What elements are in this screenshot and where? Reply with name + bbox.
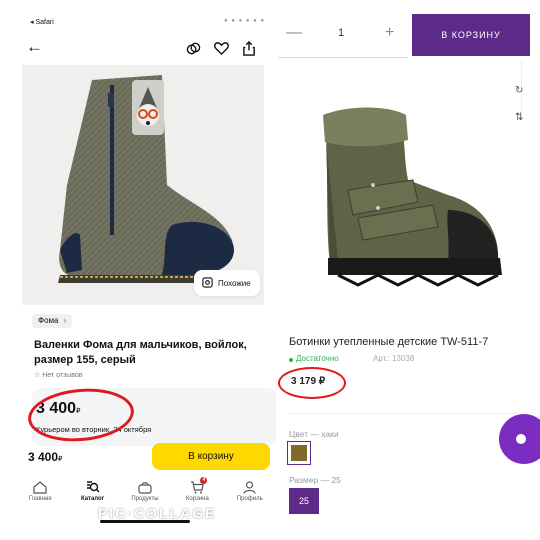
chevron-right-icon: ›: [63, 316, 67, 325]
tab-label: Каталог: [80, 496, 105, 502]
status-bar: ◂ Safari ● ● ● ● ● ●: [30, 18, 264, 26]
home-icon: [32, 480, 48, 494]
divider: [288, 413, 518, 414]
side-toolbar-icon-top[interactable]: ↻: [515, 85, 523, 96]
tab-label: Главная: [28, 496, 52, 502]
tab-cart[interactable]: 4 Корзина: [175, 477, 219, 502]
product-title: Валенки Фома для мальчиков, войлок, разм…: [34, 339, 247, 366]
collage-watermark: PIC·COLLAGE: [98, 505, 217, 521]
size-option-25[interactable]: 25: [289, 488, 319, 514]
size-label: Размер — 25: [289, 475, 341, 485]
bottom-price: 3 400₽: [28, 450, 63, 464]
red-highlight-oval: [278, 367, 346, 399]
stock-status: Достаточно: [296, 354, 339, 363]
camera-icon: [202, 276, 213, 290]
heart-icon[interactable]: [212, 39, 230, 57]
right-web-screen: — 1 + В КОРЗИНУ ↻ ⇅ Ботинки утепленные д…: [278, 0, 540, 540]
brand-chip[interactable]: Фома ›: [32, 314, 73, 328]
tab-label: Профиль: [236, 496, 263, 502]
stock-indicator-dot: [289, 358, 293, 362]
collage: ◂ Safari ● ● ● ● ● ● ← Похожие Фома › Ва…: [0, 0, 540, 540]
status-indicator: ● ● ● ● ● ●: [224, 18, 266, 24]
product-image-boot[interactable]: [298, 100, 508, 290]
cart-icon: 4: [189, 477, 208, 494]
decrease-quantity-button[interactable]: —: [286, 24, 302, 42]
side-toolbar-icon-bottom[interactable]: ⇅: [515, 112, 523, 123]
back-to-app-link[interactable]: ◂ Safari: [30, 19, 54, 26]
reviews-status[interactable]: ☆ Нет отзывов: [34, 371, 83, 379]
add-to-cart-button[interactable]: В КОРЗИНУ: [412, 14, 530, 56]
similar-items-label: Похожие: [218, 278, 251, 288]
tab-label: Корзина: [185, 496, 209, 502]
bottom-price-value: 3 400: [28, 450, 59, 464]
tab-profile[interactable]: Профиль: [228, 480, 272, 502]
color-swatch: [291, 445, 307, 461]
side-toolbar: [521, 60, 540, 120]
top-bar: ←: [14, 36, 276, 58]
tab-label: Продукты: [131, 496, 159, 502]
tab-home[interactable]: Главная: [18, 480, 62, 502]
groceries-icon: [137, 480, 153, 494]
quantity-value[interactable]: 1: [338, 27, 344, 39]
back-arrow-icon[interactable]: ←: [26, 36, 43, 58]
add-to-cart-button[interactable]: В корзину: [152, 443, 270, 470]
share-icon[interactable]: [240, 39, 258, 57]
profile-icon: [242, 480, 258, 494]
search-icon: [85, 480, 101, 494]
brand-name: Фома: [38, 316, 59, 325]
color-label: Цвет — хаки: [289, 429, 339, 439]
bottom-currency-sign: ₽: [58, 456, 63, 463]
left-app-screen: ◂ Safari ● ● ● ● ● ● ← Похожие Фома › Ва…: [14, 8, 276, 528]
chat-icon: [516, 434, 526, 444]
tab-groceries[interactable]: Продукты: [123, 480, 167, 502]
color-option-khaki[interactable]: [287, 441, 311, 465]
product-image-felt-boot[interactable]: [22, 65, 264, 305]
similar-items-button[interactable]: Похожие: [194, 270, 260, 296]
cart-badge: 4: [200, 477, 208, 484]
tab-catalog[interactable]: Каталог: [71, 480, 115, 502]
increase-quantity-button[interactable]: +: [385, 24, 394, 42]
product-title: Ботинки утепленные детские TW-511-7: [289, 336, 489, 348]
article-number: Арт.: 13038: [373, 354, 415, 363]
compare-icon[interactable]: [184, 39, 202, 57]
